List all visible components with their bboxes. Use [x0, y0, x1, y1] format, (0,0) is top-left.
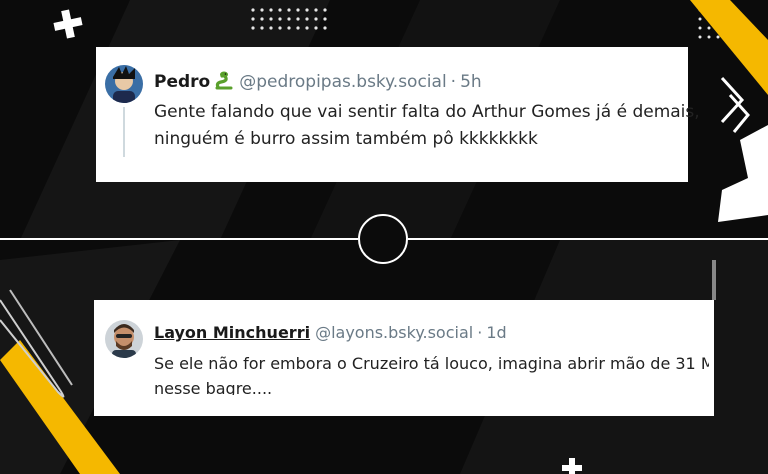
- post-time[interactable]: 5h: [460, 72, 482, 92]
- author-name[interactable]: Pedro: [154, 72, 210, 92]
- avatar-image-icon: [105, 65, 143, 103]
- separator-dot: ·: [450, 72, 457, 92]
- snake-icon: [214, 70, 234, 95]
- author-name[interactable]: Layon Minchuerri: [154, 323, 310, 342]
- post-header: Layon Minchuerri @layons.bsky.social · 1d: [154, 323, 507, 343]
- post-text-line: ninguém é burro assim também pô kkkkkkkk: [154, 129, 538, 149]
- center-circle: [358, 214, 408, 264]
- post-card[interactable]: Pedro @pedropipas.bsky.social · 5h Gente f…: [96, 47, 700, 182]
- avatar[interactable]: [105, 65, 143, 103]
- avatar-image-icon: [105, 320, 143, 358]
- separator-dot: ·: [477, 323, 483, 342]
- avatar[interactable]: [105, 320, 143, 358]
- author-handle[interactable]: @pedropipas.bsky.social: [239, 72, 446, 92]
- post-time[interactable]: 1d: [486, 323, 506, 342]
- post-header: Pedro @pedropipas.bsky.social · 5h: [154, 70, 482, 95]
- post-text-line: Gente falando que vai sentir falta do Ar…: [154, 102, 700, 122]
- author-handle[interactable]: @layons.bsky.social: [315, 323, 473, 342]
- post-text-line: Se ele não for embora o Cruzeiro tá louc…: [154, 354, 709, 373]
- post-text: Se ele não for embora o Cruzeiro tá louc…: [154, 351, 709, 395]
- thread-line: [123, 107, 125, 157]
- plus-icon: [53, 9, 83, 39]
- post-card[interactable]: Layon Minchuerri @layons.bsky.social · 1d S…: [94, 300, 714, 416]
- post-text: Gente falando que vai sentir falta do Ar…: [154, 99, 700, 153]
- post-text-line: nesse bagre....: [154, 379, 273, 395]
